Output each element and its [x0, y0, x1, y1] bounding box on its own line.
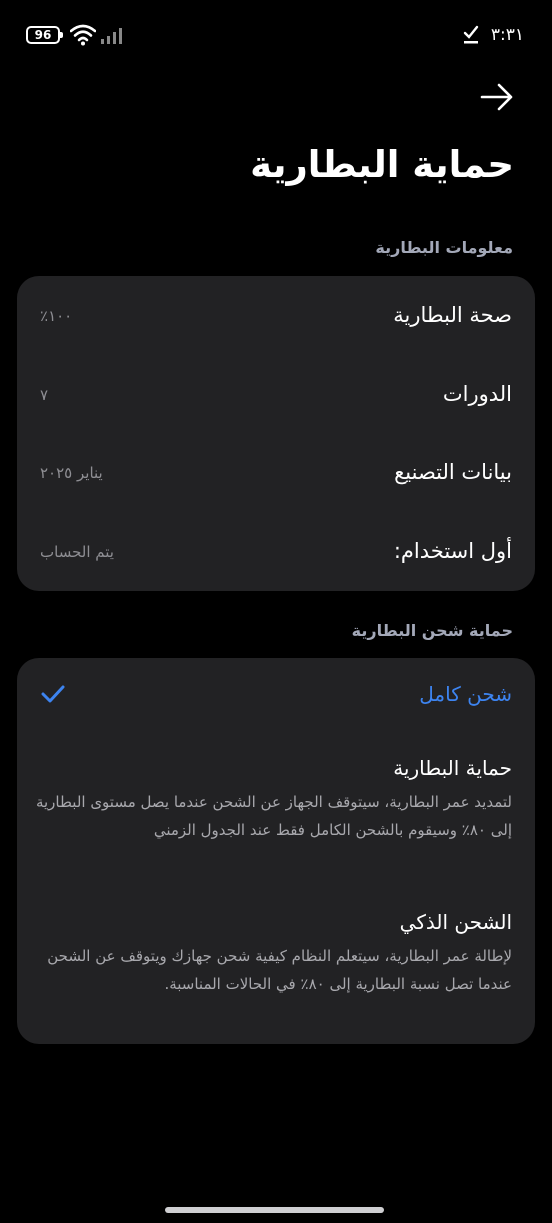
- arrow-right-icon[interactable]: [480, 82, 514, 112]
- info-value: ٧: [40, 386, 49, 404]
- option-title: حماية البطارية: [393, 756, 512, 780]
- home-indicator[interactable]: [165, 1207, 384, 1213]
- check-icon: [41, 685, 65, 703]
- info-label: الدورات: [442, 382, 512, 406]
- info-row-cycles: الدورات ٧: [17, 376, 535, 416]
- wifi-icon: [70, 24, 96, 46]
- option-description: لتمديد عمر البطارية، سيتوقف الجهاز عن ال…: [35, 793, 512, 839]
- page-title: حماية البطارية: [250, 143, 514, 186]
- option-full-charge[interactable]: شحن كامل: [17, 682, 535, 722]
- section-title-battery-info: معلومات البطارية: [375, 238, 513, 257]
- info-label: بيانات التصنيع: [394, 460, 512, 484]
- info-value: ١٠٠٪: [40, 307, 73, 325]
- option-title: شحن كامل: [419, 682, 512, 706]
- charging-options-card: شحن كامل حماية البطارية لتمديد عمر البطا…: [17, 658, 535, 1044]
- info-value: يناير ٢٠٢٥: [40, 464, 103, 482]
- battery-icon: 96: [26, 26, 63, 44]
- battery-level: 96: [34, 28, 52, 42]
- status-time: ٣:٣١: [490, 25, 524, 45]
- info-row-battery-health: صحة البطارية ١٠٠٪: [17, 297, 535, 337]
- option-title: الشحن الذكي: [399, 910, 512, 934]
- info-row-first-use: أول استخدام: يتم الحساب: [17, 533, 535, 573]
- status-bar: 96 ٣:٣١: [0, 22, 552, 48]
- info-value: يتم الحساب: [40, 543, 114, 561]
- battery-protection-screen: 96 ٣:٣١ حماية البطارية معلومات البطارية: [0, 0, 552, 1223]
- signal-icon: [101, 28, 122, 44]
- section-title-charging-protection: حماية شحن البطارية: [351, 621, 513, 640]
- info-label: أول استخدام:: [393, 539, 512, 563]
- notification-check-icon: [463, 25, 479, 44]
- info-label: صحة البطارية: [393, 303, 512, 327]
- option-battery-protection[interactable]: حماية البطارية لتمديد عمر البطارية، سيتو…: [17, 756, 535, 876]
- option-smart-charging[interactable]: الشحن الذكي لإطالة عمر البطارية، سيتعلم …: [17, 910, 535, 1030]
- battery-info-card: صحة البطارية ١٠٠٪ الدورات ٧ بيانات التصن…: [17, 276, 535, 591]
- option-description: لإطالة عمر البطارية، سيتعلم النظام كيفية…: [47, 947, 512, 993]
- info-row-manufacture-date: بيانات التصنيع يناير ٢٠٢٥: [17, 454, 535, 494]
